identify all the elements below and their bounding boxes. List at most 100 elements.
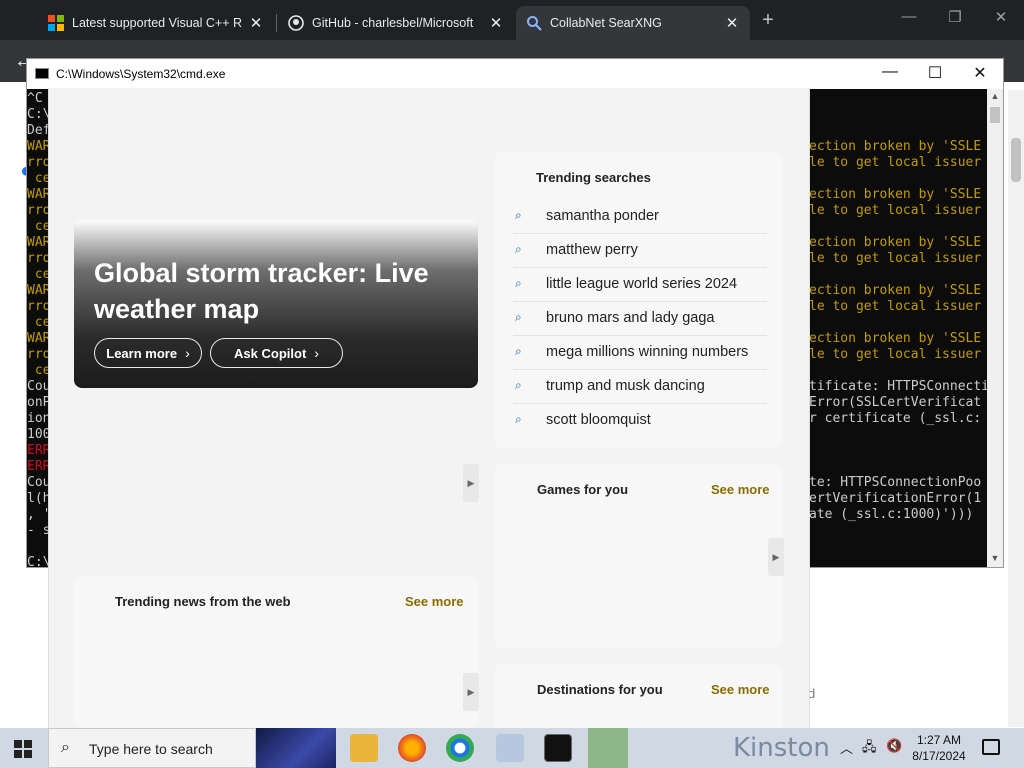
taskbar: ⌕ Type here to search Kinston ︿ 🖧 🔇 1:27… [0,728,1024,768]
news-next-button[interactable]: ▶ [463,673,479,711]
trending-search-item[interactable]: ⌕ bruno mars and lady gaga [513,302,767,336]
cmd-line-right: ection broken by 'SSLE [809,235,982,250]
close-tab-icon[interactable]: ✕ [724,14,740,32]
cmd-line-right: te: HTTPSConnectionPoo [809,475,982,490]
chevron-up-icon[interactable]: ︿ [840,738,853,757]
cmd-scrollbar[interactable]: ▲ ▼ [987,89,1003,567]
tab-title: CollabNet SearXNG [550,16,662,30]
microsoft-logo-icon [48,15,64,31]
trending-news-title: Trending news from the web [115,594,291,609]
volume-muted-icon[interactable]: 🔇 [886,738,902,754]
new-tab-button[interactable]: + [758,9,778,32]
destinations-see-more-link[interactable]: See more [711,682,770,697]
minimize-icon[interactable]: — [894,8,924,25]
news-see-more-link[interactable]: See more [405,594,464,609]
trending-list: ⌕ samantha ponder ⌕ matthew perry ⌕ little le… [495,200,783,440]
cmd-line-right: le to get local issuer [809,155,982,170]
trending-searches-card: Trending searches ⌕ samantha ponder ⌕ matth… [495,152,783,448]
trending-search-item[interactable]: ⌕ little league world series 2024 [513,268,767,302]
scroll-down-icon[interactable]: ▼ [987,553,1003,563]
tab-title: Latest supported Visual C++ R [72,16,243,30]
cmd-line-left: , ' [27,507,51,522]
close-icon[interactable]: ✕ [965,63,995,83]
cmd-line-left: WAR [27,331,51,346]
trending-search-label: matthew perry [546,242,638,258]
taskbar-clock[interactable]: 1:27 AM 8/17/2024 [908,732,970,764]
chrome-icon[interactable] [446,734,474,762]
maximize-icon[interactable]: ☐ [920,63,950,83]
close-tab-icon[interactable]: ✕ [488,14,504,32]
cmd-line-left: ^C [27,91,43,106]
trending-search-label: trump and musk dancing [546,378,705,394]
trending-search-item[interactable]: ⌕ samantha ponder [513,200,767,234]
trending-search-item[interactable]: ⌕ mega millions winning numbers [513,336,767,370]
cmd-line-left: ce [27,219,51,234]
cmd-line-left: ion [27,411,51,426]
search-icon: ⌕ [61,739,70,756]
notifications-icon[interactable] [982,739,1000,755]
cmd-line-right: tificate: HTTPSConnecti [809,379,987,394]
search-placeholder: Type here to search [89,741,213,757]
search-icon: ⌕ [515,276,522,290]
taskbar-search-box[interactable]: ⌕ Type here to search [48,728,256,768]
learn-more-label: Learn more [106,345,178,361]
games-next-button[interactable]: ▶ [768,538,784,576]
cmd-line-left: ce [27,315,51,330]
search-icon: ⌕ [515,310,522,324]
tab-searxng[interactable]: CollabNet SearXNG ✕ [516,6,750,40]
scroll-thumb[interactable] [990,107,1000,123]
scroll-up-icon[interactable]: ▲ [987,91,1003,101]
tab-visual-cpp[interactable]: Latest supported Visual C++ R ✕ [38,6,274,40]
cmd-line-right: ection broken by 'SSLE [809,331,982,346]
file-explorer-icon[interactable] [350,734,378,762]
trending-search-label: bruno mars and lady gaga [546,310,715,326]
github-icon [288,15,304,31]
browser-scrollbar[interactable] [1008,90,1024,727]
trending-news-card: Trending news from the web See more [73,576,479,728]
chevron-right-icon: › [314,345,319,361]
games-see-more-link[interactable]: See more [711,482,770,497]
cmd-line-left: l(h [27,491,51,506]
trending-search-item[interactable]: ⌕ trump and musk dancing [513,370,767,404]
tab-title: GitHub - charlesbel/Microsoft [312,16,474,30]
trending-search-item[interactable]: ⌕ matthew perry [513,234,767,268]
cmd-line-left: rro [27,347,51,362]
carousel-next-button[interactable]: ▶ [463,464,479,502]
cmd-line-right: le to get local issuer [809,347,982,362]
minimize-icon[interactable]: — [875,63,905,81]
trending-search-item[interactable]: ⌕ scott bloomquist [513,404,767,438]
cmd-line-left: Cou [27,379,51,394]
trending-search-label: mega millions winning numbers [546,344,749,360]
cmd-line-right: le to get local issuer [809,251,982,266]
firefox-icon[interactable] [398,734,426,762]
hero-card[interactable]: Global storm tracker: Live weather map L… [74,220,478,388]
weather-widget-icon[interactable] [256,728,336,768]
cmd-line-left: C:\ [27,107,51,122]
learn-more-button[interactable]: Learn more › [94,338,202,368]
cmd-line-left: ERR [27,459,51,474]
windows-start-icon[interactable] [14,740,32,758]
tab-github[interactable]: GitHub - charlesbel/Microsoft ✕ [278,6,514,40]
scroll-thumb[interactable] [1011,138,1021,182]
cmd-line-left: Cou [27,475,51,490]
cmd-line-left: rro [27,155,51,170]
trending-search-label: samantha ponder [546,208,659,224]
cmd-title-bar[interactable]: C:\Windows\System32\cmd.exe — ☐ ✕ [27,59,1003,89]
paint-icon[interactable] [496,734,524,762]
ask-copilot-button[interactable]: Ask Copilot › [210,338,343,368]
close-icon[interactable]: ✕ [986,8,1016,26]
search-icon: ⌕ [515,412,522,426]
cmd-title: C:\Windows\System32\cmd.exe [56,67,226,81]
close-tab-icon[interactable]: ✕ [248,14,264,32]
destinations-card: Destinations for you See more [495,664,783,728]
search-icon: ⌕ [515,242,522,256]
browser-tab-strip: Latest supported Visual C++ R ✕ GitHub -… [0,0,1024,40]
cmd-line-left: 100 [27,427,51,442]
active-app-icon[interactable] [588,728,628,768]
cmd-line-right: le to get local issuer [809,299,982,314]
restore-icon[interactable]: ❐ [940,8,970,26]
search-icon: ⌕ [515,344,522,358]
terminal-icon[interactable] [544,734,572,762]
network-icon[interactable]: 🖧 [862,738,877,760]
cmd-line-right: Error(SSLCertVerificat [809,395,982,410]
